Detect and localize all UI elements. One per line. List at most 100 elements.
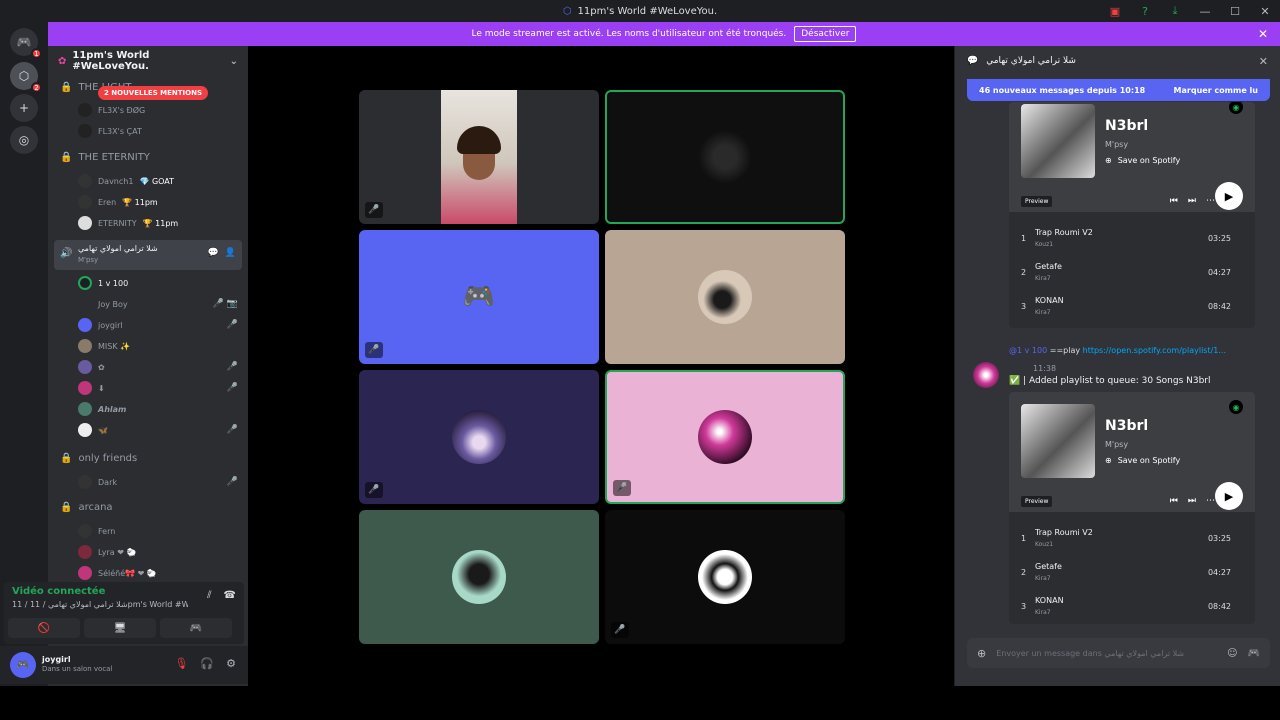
bot-avatar[interactable] [973,362,999,388]
avatar [78,174,92,188]
help-icon[interactable]: ? [1130,5,1160,18]
user-name: joygirl [98,320,123,330]
voice-user[interactable]: MISK ✨ [78,338,238,354]
previous-icon[interactable]: ⏮ [1170,496,1178,506]
message-input[interactable]: Envoyer un message dans شلا ترامي امولاي… [996,649,1184,658]
emoji-icon[interactable]: ☺ [1227,648,1237,659]
play-button[interactable]: ▶ [1215,182,1243,210]
track-row[interactable]: 3 KONAN Kira7 08:42 [1021,294,1231,322]
disconnect-icon[interactable]: ☎ [224,590,236,601]
category-the-eternity[interactable]: 🔒 THE ETERNITY [60,152,150,163]
user-name: Séléñé🎀 ❤ 🐑 [98,568,157,578]
message-composer[interactable]: ⊕ Envoyer un message dans شلا ترامي امول… [967,638,1270,668]
video-tile[interactable]: 🎤 [605,510,845,644]
chat-channel-name: شلا ترامي امولاي تهامي [986,56,1076,66]
video-tile-speaking[interactable] [605,90,845,224]
notification-icon[interactable]: ▣ [1100,5,1130,18]
voice-user[interactable]: joygirl 🎤 [78,317,238,333]
voice-channel-current[interactable]: 🔊 شلا ترامي امولاي تهامي M'psy 💬 👤 [54,240,242,270]
close-chat-icon[interactable]: ✕ [1259,55,1268,68]
voice-user[interactable]: 🦋 🎤 [78,422,238,438]
voice-user[interactable]: ✿ 🎤 [78,359,238,375]
video-tile[interactable] [605,230,845,364]
mic-muted-icon[interactable]: 🎙 [174,657,188,670]
user-name[interactable]: joygirl [42,655,71,664]
voice-user[interactable]: ETERNITY 🏆 11pm [78,215,178,231]
voice-user[interactable]: Lyra ❤ 🐑 [78,544,136,560]
playlist-title[interactable]: N3brl [1105,118,1148,134]
previous-icon[interactable]: ⏮ [1170,196,1178,206]
video-tile-speaking[interactable]: 🎤 [605,370,845,504]
category-arcana[interactable]: 🔒 arcana [60,502,113,513]
more-icon[interactable]: ⋯ [1206,496,1215,506]
track-row[interactable]: 2 Getafe Kira7 04:27 [1021,560,1231,588]
play-button[interactable]: ▶ [1215,482,1243,510]
headphones-icon[interactable]: 🎧 [200,657,214,670]
close-button[interactable]: ✕ [1250,5,1280,18]
voice-user[interactable]: Fern [78,523,115,539]
activity-button[interactable]: 🎮 [160,618,232,638]
next-icon[interactable]: ⏭ [1188,496,1196,506]
voice-user[interactable]: ⬇ 🎤 [78,380,238,396]
settings-gear-icon[interactable]: ⚙ [226,657,236,670]
video-tile[interactable]: 🎮 🎤 [359,230,599,364]
video-tile[interactable]: 🎤 [359,90,599,224]
camera-off-button[interactable]: 🚫 [8,618,80,638]
save-spotify-button[interactable]: ⊕ Save on Spotify [1105,456,1180,465]
disable-streamer-button[interactable]: Désactiver [794,26,857,42]
playlist-artist: M'psy [1105,440,1129,449]
preview-badge: Preview [1021,496,1053,507]
voice-user[interactable]: 1 v 100 [78,275,238,291]
more-icon[interactable]: ⋯ [1206,196,1215,206]
add-server-icon[interactable]: + [10,94,38,122]
user-avatar[interactable]: 🎮 [10,652,36,678]
home-discord-icon[interactable]: 🎮 1 [10,28,42,59]
voice-user[interactable]: Séléñé🎀 ❤ 🐑 [78,565,157,581]
noise-suppression-icon[interactable]: ⫽ [207,590,211,601]
track-row[interactable]: 1 Trap Roumi V2 Kouz1 03:25 [1021,226,1231,254]
voice-user[interactable]: Davnch1 💎 GOAT [78,173,174,189]
user-status: Dans un salon vocal [42,665,113,673]
track-row[interactable]: 2 Getafe Kira7 04:27 [1021,260,1231,288]
minimize-button[interactable]: — [1190,5,1220,18]
game-icon[interactable]: 🎮 [1248,648,1260,659]
playlist-artist: M'psy [1105,140,1129,149]
voice-user[interactable]: Ahlam [78,401,238,417]
track-row[interactable]: 3 KONAN Kira7 08:42 [1021,594,1231,622]
screen-share-button[interactable]: 🖥 [84,618,156,638]
add-attachment-icon[interactable]: ⊕ [977,647,986,660]
next-icon[interactable]: ⏭ [1188,196,1196,206]
voice-user[interactable]: FL3X's ÇAT [78,123,142,139]
track-title: Getafe [1035,262,1062,271]
voice-user[interactable]: Joy Boy 🎤 📷 [78,296,238,312]
maximize-button[interactable]: ☐ [1220,5,1250,18]
video-tile[interactable] [359,510,599,644]
server-header[interactable]: ✿ 11pm's World #WeLoveYou. ⌄ [48,46,248,76]
chevron-down-icon[interactable]: ⌄ [230,56,238,67]
server-icon[interactable]: ⬡ 2 [10,62,42,93]
reply-reference[interactable]: @1 v 100 ==play https://open.spotify.com… [1009,346,1226,355]
add-member-icon[interactable]: 👤 [225,248,236,258]
banner-close-icon[interactable]: ✕ [1258,27,1268,41]
voice-user[interactable]: FL3X's ÐØG [78,102,145,118]
playlist-title[interactable]: N3brl [1105,418,1148,434]
reply-command: ==play [1049,346,1081,355]
voice-channel-path[interactable]: 11 / شلا ترامي امولاي تهامي / 11pm's Wor… [12,600,188,609]
video-tile[interactable]: 🎤 [359,370,599,504]
explore-icon[interactable]: ◎ [10,126,38,154]
voice-user[interactable]: Dark 🎤 [78,474,238,490]
chat-icon[interactable]: 💬 [208,248,219,258]
new-messages-bar[interactable]: 46 nouveaux messages depuis 10:18 Marquer… [967,79,1270,101]
avatar [78,195,92,209]
download-icon[interactable]: ⤓ [1160,4,1190,18]
user-panel: 🎮 joygirl Dans un salon vocal 🎙 🎧 ⚙ [0,646,248,684]
mark-read-button[interactable]: Marquer comme lu [1174,86,1258,95]
category-only-friends[interactable]: 🔒 only friends [60,453,137,464]
reply-link[interactable]: https://open.spotify.com/playlist/1... [1083,346,1226,355]
voice-user[interactable]: Eren 🏆 11pm [78,194,158,210]
track-row[interactable]: 1 Trap Roumi V2 Kouz1 03:25 [1021,526,1231,554]
track-artist: Kouz1 [1035,241,1054,248]
save-spotify-button[interactable]: ⊕ Save on Spotify [1105,156,1180,165]
chat-bubble-icon: 💬 [967,56,979,66]
mentions-badge[interactable]: 2 NOUVELLES MENTIONS [98,86,209,100]
